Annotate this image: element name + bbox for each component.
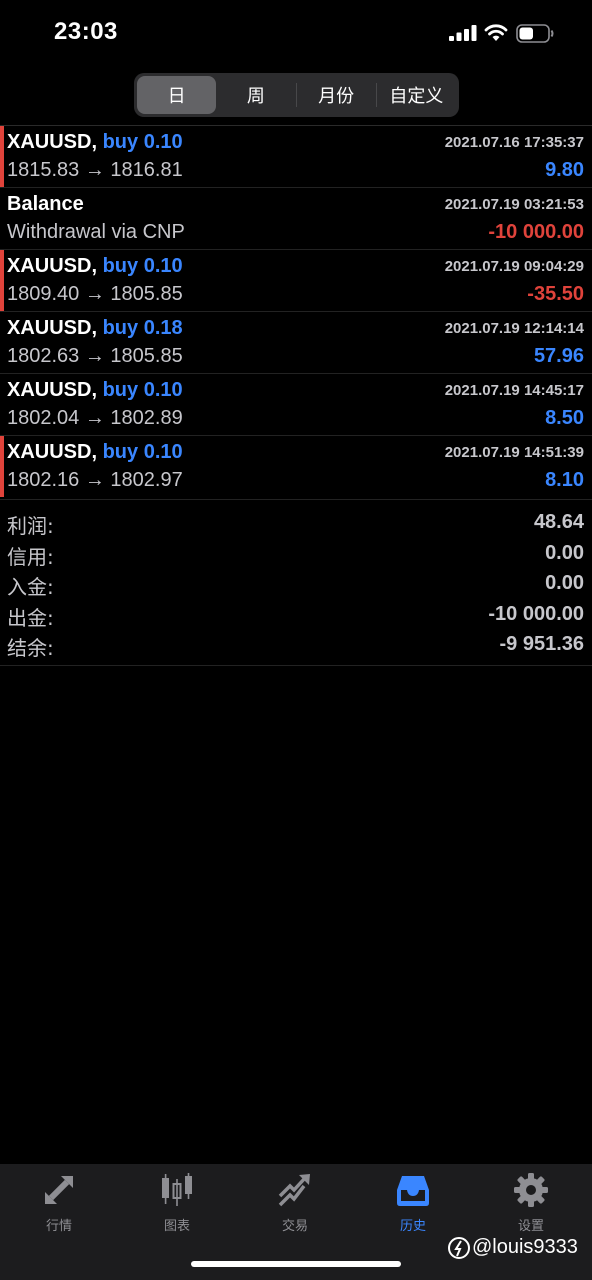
deal-prices: 1802.04 → 1802.89 — [7, 407, 183, 429]
segment-month[interactable]: 月份 — [297, 76, 376, 114]
summary-value: 48.64 — [533, 511, 584, 533]
deal-symbol: XAUUSD, — [7, 317, 98, 339]
summary-value: 0.00 — [545, 572, 584, 594]
deal-profit: 9.80 — [545, 159, 584, 181]
summary-deposit-row: 入金: 0.00 — [0, 569, 592, 600]
deal-direction: buy 0.18 — [102, 317, 183, 339]
tab-settings[interactable]: 设置 — [472, 1172, 590, 1236]
deal-prices: 1802.63 → 1805.85 — [7, 345, 183, 367]
history-summary: 利润: 48.64 信用: 0.00 入金: 0.00 出金: -10 000.… — [0, 499, 592, 666]
deal-marker — [0, 436, 4, 497]
deal-profit: -10 000.00 — [488, 221, 584, 243]
summary-label: 利润: — [7, 514, 54, 538]
watermark-logo-icon — [448, 1236, 470, 1259]
deal-profit: 8.50 — [545, 407, 584, 429]
tab-label: 历史 — [399, 1219, 426, 1234]
battery-icon — [516, 24, 554, 43]
status-bar: 23:03 — [0, 0, 592, 64]
chart-icon — [162, 1173, 192, 1206]
deal-prices: 1815.83 → 1816.81 — [7, 159, 183, 181]
tab-trade[interactable]: 交易 — [236, 1172, 354, 1236]
deal-comment: Withdrawal via CNP — [7, 221, 185, 243]
deal-row[interactable]: XAUUSD, buy 0.10 1802.16 → 1802.97 2021.… — [0, 435, 592, 497]
summary-label: 入金: — [7, 575, 54, 599]
deal-profit: -35.50 — [527, 283, 584, 305]
deal-history-list: XAUUSD, buy 0.10 1815.83 → 1816.81 2021.… — [0, 125, 592, 497]
deal-time: 2021.07.19 14:51:39 — [444, 444, 584, 461]
deal-marker — [0, 126, 4, 187]
tab-chart[interactable]: 图表 — [118, 1172, 236, 1236]
deal-row[interactable]: XAUUSD, buy 0.18 1802.63 → 1805.85 2021.… — [0, 311, 592, 373]
deal-direction: buy 0.10 — [102, 379, 183, 401]
tab-label: 设置 — [517, 1219, 544, 1234]
summary-withdrawal-row: 出金: -10 000.00 — [0, 600, 592, 631]
deal-symbol: XAUUSD, — [7, 441, 98, 463]
cellular-signal-icon — [449, 25, 477, 41]
deal-direction: buy 0.10 — [102, 255, 183, 277]
deal-symbol: Balance — [7, 193, 84, 215]
tab-quotes[interactable]: 行情 — [0, 1172, 118, 1236]
deal-direction: buy 0.10 — [102, 441, 183, 463]
tab-label: 图表 — [163, 1219, 190, 1234]
trade-icon — [278, 1174, 310, 1207]
deal-row[interactable]: XAUUSD, buy 0.10 1802.04 → 1802.89 2021.… — [0, 373, 592, 435]
history-icon — [397, 1176, 429, 1206]
deal-time: 2021.07.19 14:45:17 — [444, 382, 584, 399]
period-segmented-control: 日 周 月份 自定义 — [134, 73, 459, 117]
tab-label: 行情 — [45, 1219, 72, 1234]
deal-time: 2021.07.19 03:21:53 — [444, 196, 584, 213]
watermark-text: @louis9333 — [472, 1236, 578, 1258]
home-indicator[interactable] — [191, 1261, 401, 1267]
tab-label: 交易 — [281, 1219, 308, 1234]
wifi-icon — [484, 24, 508, 41]
deal-symbol: XAUUSD, — [7, 255, 98, 277]
deal-marker — [0, 250, 4, 311]
deal-profit: 57.96 — [533, 345, 584, 367]
deal-time: 2021.07.16 17:35:37 — [444, 134, 584, 151]
segment-week[interactable]: 周 — [216, 76, 295, 114]
deal-symbol: XAUUSD, — [7, 379, 98, 401]
summary-label: 出金: — [7, 605, 54, 630]
deal-direction: buy 0.10 — [102, 131, 183, 153]
summary-profit-row: 利润: 48.64 — [0, 508, 592, 539]
tab-history[interactable]: 历史 — [354, 1172, 472, 1236]
summary-value: -10 000.00 — [488, 602, 584, 625]
deal-prices: 1802.16 → 1802.97 — [7, 469, 183, 491]
deal-symbol: XAUUSD, — [7, 131, 98, 153]
deal-profit: 8.10 — [545, 469, 584, 491]
summary-value: -9 951.36 — [499, 633, 584, 655]
segment-custom[interactable]: 自定义 — [377, 76, 456, 114]
status-clock: 23:03 — [54, 18, 118, 45]
deal-row[interactable]: XAUUSD, buy 0.10 1815.83 → 1816.81 2021.… — [0, 125, 592, 187]
summary-label: 信用: — [7, 544, 54, 569]
summary-credit-row: 信用: 0.00 — [0, 539, 592, 570]
deal-row[interactable]: XAUUSD, buy 0.10 1809.40 → 1805.85 2021.… — [0, 249, 592, 311]
watermark: @louis9333 — [448, 1236, 578, 1259]
segment-day[interactable]: 日 — [137, 76, 217, 114]
deal-prices: 1809.40 → 1805.85 — [7, 283, 183, 305]
summary-label: 结余: — [7, 636, 54, 660]
summary-value: 0.00 — [545, 541, 584, 564]
settings-icon — [514, 1173, 548, 1207]
deal-time: 2021.07.19 09:04:29 — [444, 258, 584, 275]
quotes-icon — [45, 1176, 73, 1204]
deal-time: 2021.07.19 12:14:14 — [444, 320, 584, 337]
deal-row[interactable]: Balance Withdrawal via CNP 2021.07.19 03… — [0, 187, 592, 249]
summary-balance-row: 结余: -9 951.36 — [0, 630, 592, 661]
